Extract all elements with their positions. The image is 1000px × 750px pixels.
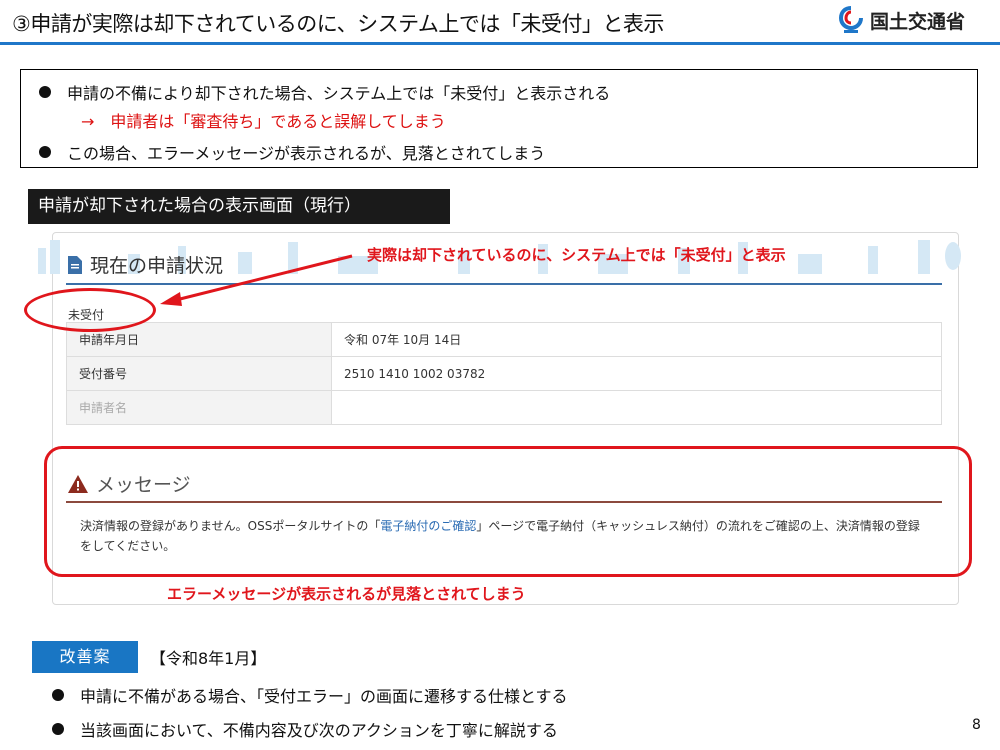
summary-item: この場合、エラーメッセージが表示されるが、見落とされてしまう (39, 140, 545, 164)
bullet-icon (39, 146, 51, 158)
summary-text: この場合、エラーメッセージが表示されるが、見落とされてしまう (67, 144, 546, 163)
bullet-icon (39, 86, 51, 98)
improvement-label: 改善案 (32, 641, 138, 673)
table-row: 申請者名 (66, 390, 942, 425)
table-row: 受付番号 2510 1410 1002 03782 (66, 356, 942, 391)
status-highlight-ellipse (24, 288, 156, 332)
improvement-text: 申請に不備がある場合、「受付エラー」の画面に遷移する仕様とする (80, 687, 568, 706)
heading-divider (66, 283, 942, 285)
summary-item: 申請の不備により却下された場合、システム上では「未受付」と表示される (39, 80, 610, 104)
row-label: 受付番号 (66, 356, 332, 391)
row-value: 令和 07年 10月 14日 (331, 322, 942, 357)
improvement-text: 当該画面において、不備内容及び次のアクションを丁寧に解説する (80, 721, 558, 740)
row-value (331, 390, 942, 425)
section-label: 申請が却下された場合の表示画面（現行） (28, 189, 450, 224)
document-icon (68, 255, 82, 274)
mlit-emblem-icon (838, 6, 863, 33)
status-heading-text: 現在の申請状況 (90, 255, 224, 277)
improvement-date: 【令和8年1月】 (150, 649, 267, 668)
bullet-icon (52, 723, 64, 735)
page-number: 8 (972, 717, 981, 733)
improvement-item: 申請に不備がある場合、「受付エラー」の画面に遷移する仕様とする (52, 683, 568, 707)
row-label: 申請者名 (66, 390, 332, 425)
status-heading: 現在の申請状況 (68, 251, 223, 278)
summary-text: 申請の不備により却下された場合、システム上では「未受付」と表示される (67, 84, 611, 103)
message-callout: エラーメッセージが表示されるが見落とされてしまう (167, 585, 526, 603)
logo-text: 国土交通省 (870, 10, 966, 33)
summary-consequence: → 申請者は「審査待ち」であると誤解してしまう (81, 112, 446, 131)
message-highlight-box (44, 446, 972, 577)
row-value: 2510 1410 1002 03782 (331, 356, 942, 391)
title-underline (0, 42, 1000, 45)
table-row: 申請年月日 令和 07年 10月 14日 (66, 322, 942, 357)
summary-box: 申請の不備により却下された場合、システム上では「未受付」と表示される → 申請者… (20, 69, 978, 168)
slide-title: ③申請が実際は却下されているのに、システム上では「未受付」と表示 (12, 12, 664, 36)
mlit-logo: 国土交通省 (838, 6, 965, 34)
improvement-item: 当該画面において、不備内容及び次のアクションを丁寧に解説する (52, 717, 558, 741)
status-callout: 実際は却下されているのに、システム上では「未受付」と表示 (367, 246, 786, 264)
application-info-table: 申請年月日 令和 07年 10月 14日 受付番号 2510 1410 1002… (66, 322, 942, 425)
bullet-icon (52, 689, 64, 701)
